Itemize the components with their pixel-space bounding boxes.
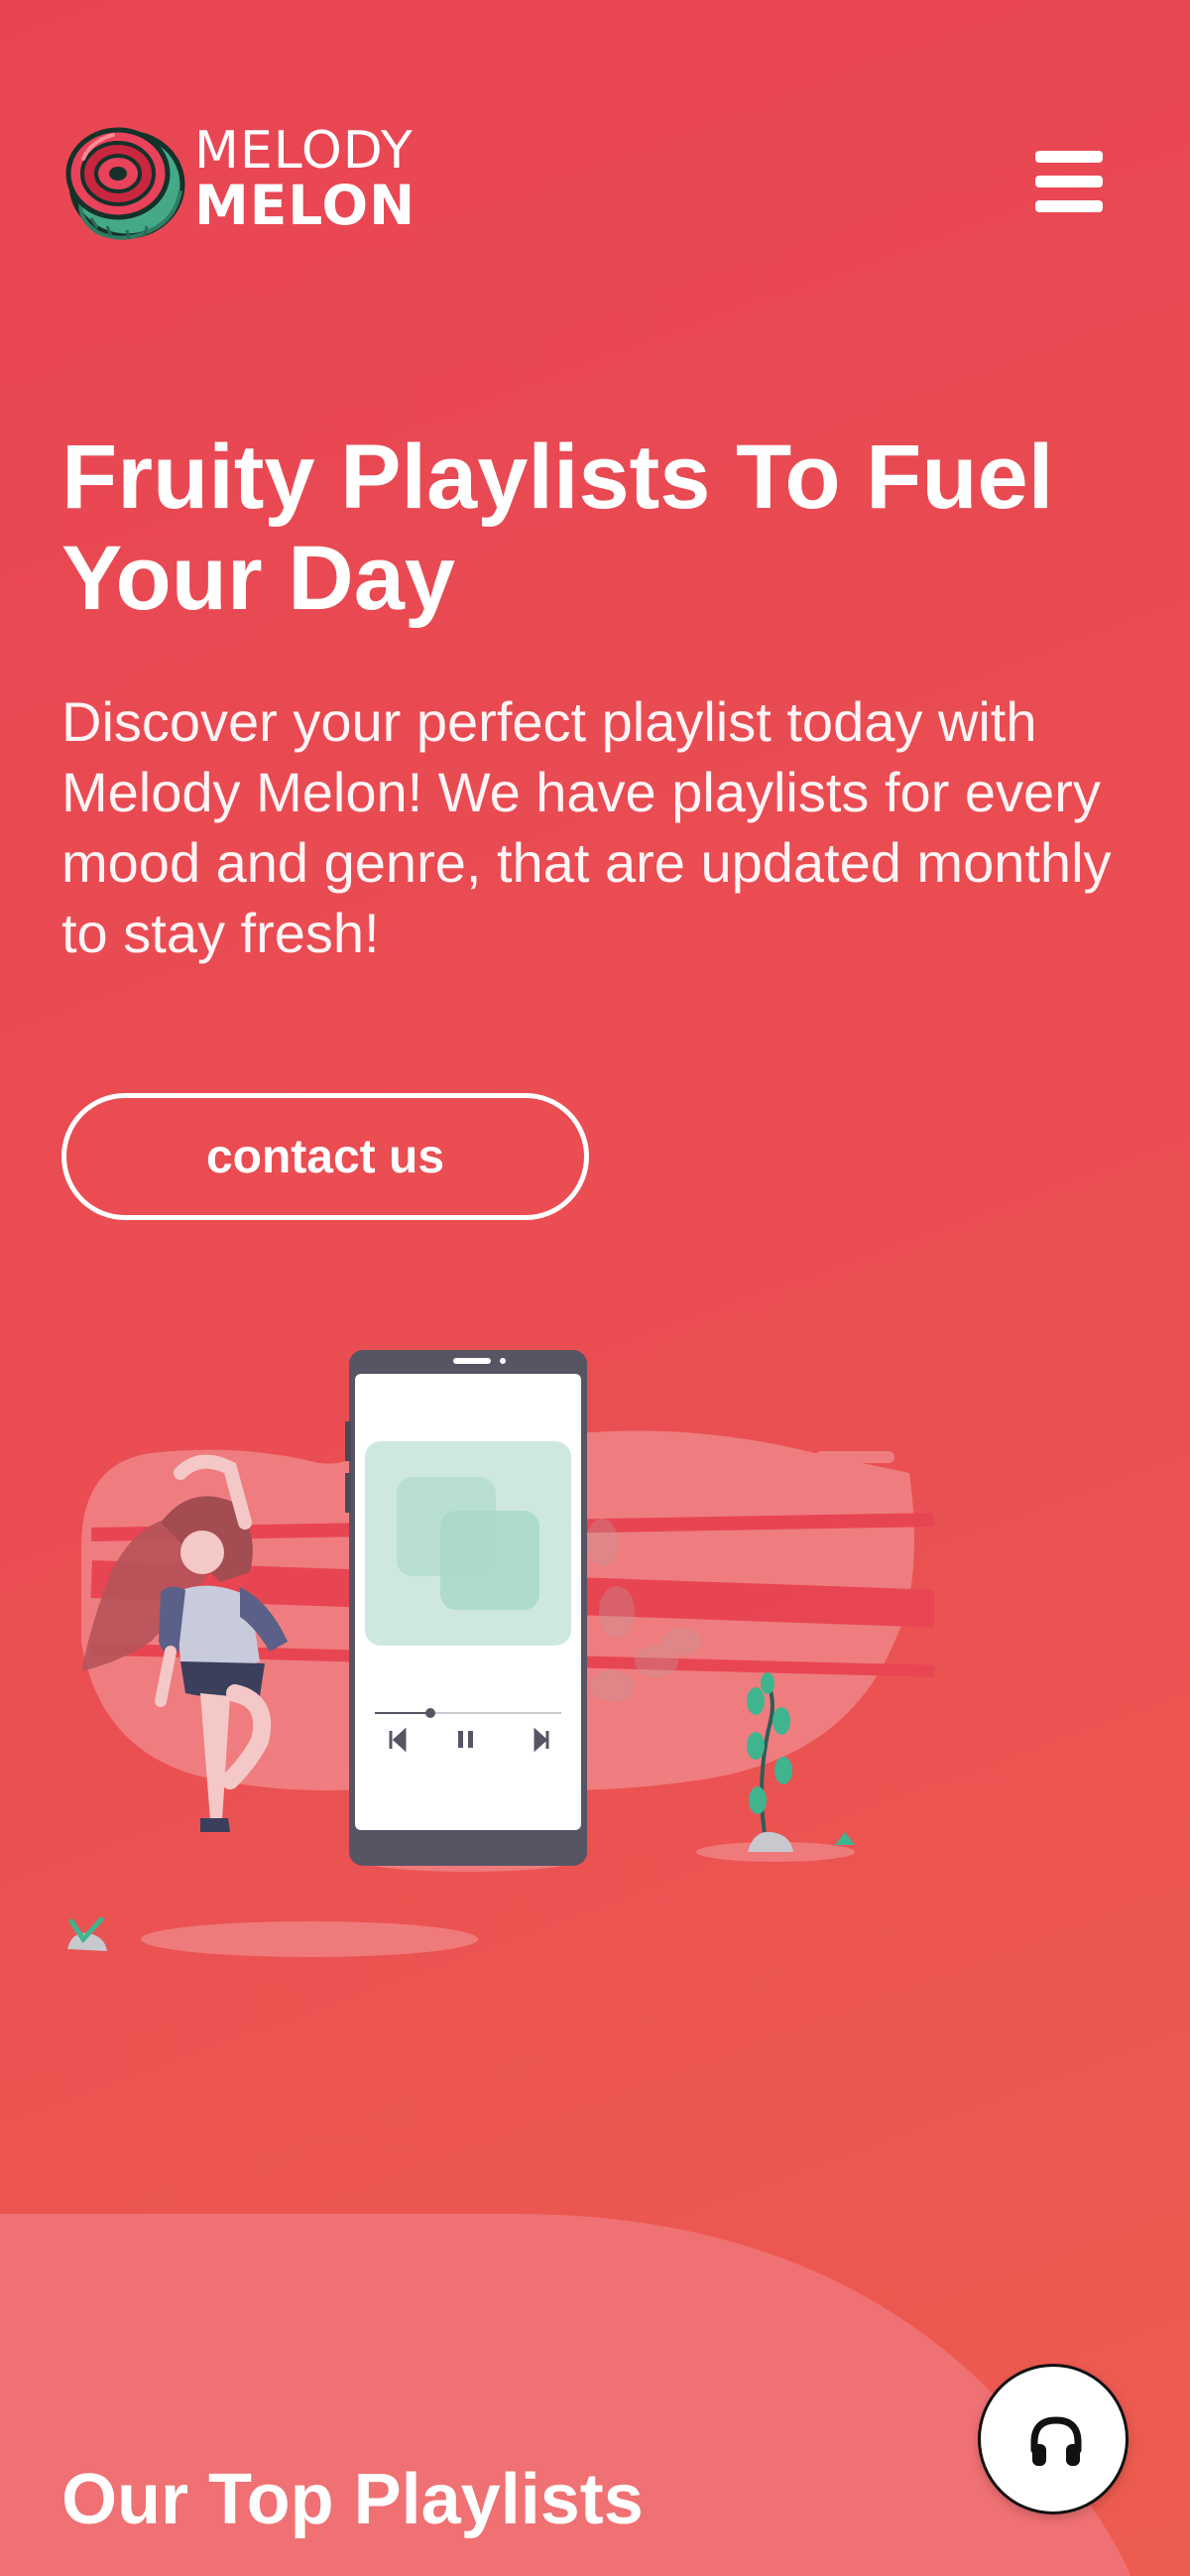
menu-bar [1035, 151, 1103, 163]
site-header: MELODY MELON [0, 0, 1190, 337]
menu-bar [1035, 200, 1103, 212]
hero-description: Discover your perfect playlist today wit… [61, 690, 1112, 964]
logo-text-melody: MELODY [194, 121, 414, 181]
floating-player-button[interactable] [978, 2364, 1129, 2515]
top-playlists-heading: Our Top Playlists [61, 2460, 644, 2539]
woman-dancing-with-music-player-illustration [67, 1350, 934, 1957]
phone-music-player [345, 1350, 587, 1866]
site-logo[interactable]: MELODY MELON [61, 119, 478, 243]
contact-us-button[interactable]: contact us [61, 1093, 589, 1220]
hamburger-menu-icon[interactable] [1035, 151, 1103, 212]
hero-title: Fruity Playlists To Fuel Your Day [61, 427, 1054, 629]
watermelon-logo-icon [65, 127, 185, 240]
small-plant-decoration [67, 1916, 107, 1951]
menu-bar [1035, 176, 1103, 187]
logo-text-melon: MELON [194, 174, 416, 237]
logo-wordmark: MELODY MELON [194, 125, 416, 233]
headphones-icon [1030, 2416, 1082, 2466]
